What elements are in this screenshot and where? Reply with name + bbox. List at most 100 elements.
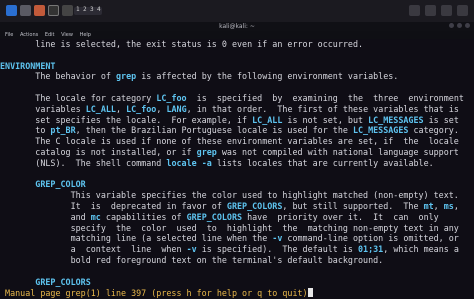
man-text: The behavior of bbox=[0, 71, 116, 82]
tray-item[interactable] bbox=[409, 5, 420, 16]
man-text: is specified). The default is bbox=[196, 244, 359, 255]
man-text: command-line option is omitted, or bbox=[282, 233, 459, 244]
man-line: bold red foreground text on the terminal… bbox=[0, 255, 384, 266]
app-menu-icon[interactable] bbox=[6, 5, 17, 16]
tray-item[interactable] bbox=[441, 5, 452, 16]
bold-term: ms bbox=[443, 201, 454, 211]
minimize-button[interactable] bbox=[449, 23, 454, 28]
man-line: matching line (a selected line when the … bbox=[0, 233, 459, 244]
workspace-1[interactable]: 1 bbox=[76, 6, 80, 13]
menu-help[interactable]: Help bbox=[80, 32, 91, 38]
man-text: , bbox=[433, 201, 444, 211]
status-line: Manual page grep(1) line 397 (press h fo… bbox=[0, 288, 313, 299]
man-line: catalog is not installed, or if grep was… bbox=[0, 147, 459, 158]
man-text: is affected by the following environment… bbox=[136, 71, 399, 82]
man-text: and bbox=[0, 211, 91, 222]
bold-term: grep bbox=[196, 147, 217, 157]
man-text: specify the color used to highlight the … bbox=[0, 222, 459, 233]
man-text: The C locale is used if none of these en… bbox=[0, 136, 459, 147]
taskbar: 1 2 3 4 bbox=[0, 0, 474, 23]
menu-file[interactable]: File bbox=[5, 32, 13, 38]
terminal-content[interactable]: line is selected, the exit status is 0 e… bbox=[0, 39, 474, 298]
man-line: to pt_BR, then the Brazilian Portuguese … bbox=[0, 125, 459, 136]
man-text: category. bbox=[408, 125, 459, 136]
tray-item[interactable] bbox=[425, 5, 436, 16]
man-text: a context line when bbox=[0, 244, 187, 255]
bold-term: LC_MESSAGES bbox=[368, 114, 424, 125]
man-text bbox=[0, 179, 35, 189]
bold-term: -v bbox=[272, 233, 283, 244]
bold-term: locale -a bbox=[166, 157, 212, 168]
man-text: capabilities of bbox=[100, 211, 187, 222]
man-line: and mc capabilities of GREP_COLORS have … bbox=[0, 212, 439, 223]
window-titlebar: kali@kali: ~ bbox=[0, 22, 474, 31]
section-heading: GREP_COLORS bbox=[35, 276, 91, 287]
man-text: , but still supported. The bbox=[282, 201, 424, 211]
man-line: GREP_COLORS bbox=[0, 276, 91, 288]
man-text bbox=[0, 277, 35, 287]
man-text: is set bbox=[423, 114, 459, 125]
section-heading: GREP_COLOR bbox=[35, 179, 86, 190]
man-text: The locale for category bbox=[0, 93, 157, 103]
section-heading: ENVIRONMENT bbox=[0, 60, 56, 71]
status-text: Manual page grep(1) line 397 (press h fo… bbox=[0, 288, 308, 299]
man-text: , bbox=[115, 103, 127, 114]
bold-term: pt_BR bbox=[50, 125, 76, 136]
bold-term: LC_MESSAGES bbox=[352, 125, 409, 136]
tray-item[interactable] bbox=[457, 5, 468, 16]
man-text: variables bbox=[0, 103, 86, 114]
bold-term: LC_ALL bbox=[85, 103, 116, 114]
man-line: This variable specifies the color used t… bbox=[0, 190, 459, 201]
bold-term: LC_ALL bbox=[252, 114, 283, 125]
man-text: , bbox=[453, 201, 459, 211]
man-text: is not set, but bbox=[282, 114, 369, 125]
man-line: specify the color used to highlight the … bbox=[0, 223, 459, 234]
text-cursor bbox=[307, 288, 313, 298]
man-line: GREP_COLOR bbox=[0, 179, 86, 190]
man-line: The locale for category LC_foo is specif… bbox=[0, 93, 464, 104]
man-line: a context line when -v is specified). Th… bbox=[0, 244, 459, 255]
bold-term: GREP_COLORS bbox=[186, 211, 243, 222]
man-line: It is deprecated in favor of GREP_COLORS… bbox=[0, 201, 459, 212]
man-line: The C locale is used if none of these en… bbox=[0, 136, 459, 147]
man-text: , then the Brazilian Portuguese locale i… bbox=[75, 125, 353, 136]
bold-term: LC_foo bbox=[156, 93, 187, 103]
bold-term: grep bbox=[115, 71, 137, 82]
window-title: kali@kali: ~ bbox=[219, 23, 255, 30]
tray bbox=[409, 5, 468, 16]
menu-edit[interactable]: Edit bbox=[45, 32, 55, 38]
man-text: , which means a bbox=[383, 244, 459, 255]
man-text: , bbox=[156, 103, 167, 114]
man-line: The behavior of grep is affected by the … bbox=[0, 71, 398, 82]
bold-term: mt bbox=[423, 201, 434, 211]
workspace-4[interactable]: 4 bbox=[97, 6, 101, 13]
close-button[interactable] bbox=[465, 23, 470, 28]
man-text: bold red foreground text on the terminal… bbox=[0, 255, 384, 265]
files-icon[interactable] bbox=[20, 5, 31, 16]
man-text: is specified by examining the three envi… bbox=[186, 93, 464, 103]
browser-icon[interactable] bbox=[34, 5, 45, 16]
man-text: was not compiled with national language … bbox=[216, 147, 459, 157]
menu-actions[interactable]: Actions bbox=[20, 32, 38, 38]
man-text: catalog is not installed, or if bbox=[0, 147, 197, 157]
workspace-icon[interactable] bbox=[62, 5, 73, 16]
man-text: (NLS). The shell command bbox=[0, 157, 167, 168]
man-line: line is selected, the exit status is 0 e… bbox=[0, 39, 363, 50]
man-line: set specifies the locale. For example, i… bbox=[0, 115, 459, 126]
man-text: set specifies the locale. For example, i… bbox=[0, 114, 253, 125]
maximize-button[interactable] bbox=[457, 23, 462, 28]
man-text: , in that order. The first of these vari… bbox=[186, 103, 459, 114]
bold-term: GREP_COLORS bbox=[226, 201, 283, 211]
menu-view[interactable]: View bbox=[61, 32, 73, 38]
man-line: (NLS). The shell command locale -a lists… bbox=[0, 157, 434, 169]
bold-term: LC_foo bbox=[126, 103, 157, 114]
man-text: lists locales that are currently availab… bbox=[211, 157, 434, 168]
man-text: line is selected, the exit status is 0 e… bbox=[0, 39, 364, 49]
bold-term: mc bbox=[90, 211, 101, 222]
terminal-icon[interactable] bbox=[48, 5, 59, 16]
man-text: This variable specifies the color used t… bbox=[0, 190, 459, 201]
workspace-3[interactable]: 3 bbox=[90, 6, 94, 13]
man-text: matching line (a selected line when the bbox=[0, 233, 273, 244]
workspace-2[interactable]: 2 bbox=[83, 6, 87, 13]
man-line: ENVIRONMENT bbox=[0, 61, 55, 72]
